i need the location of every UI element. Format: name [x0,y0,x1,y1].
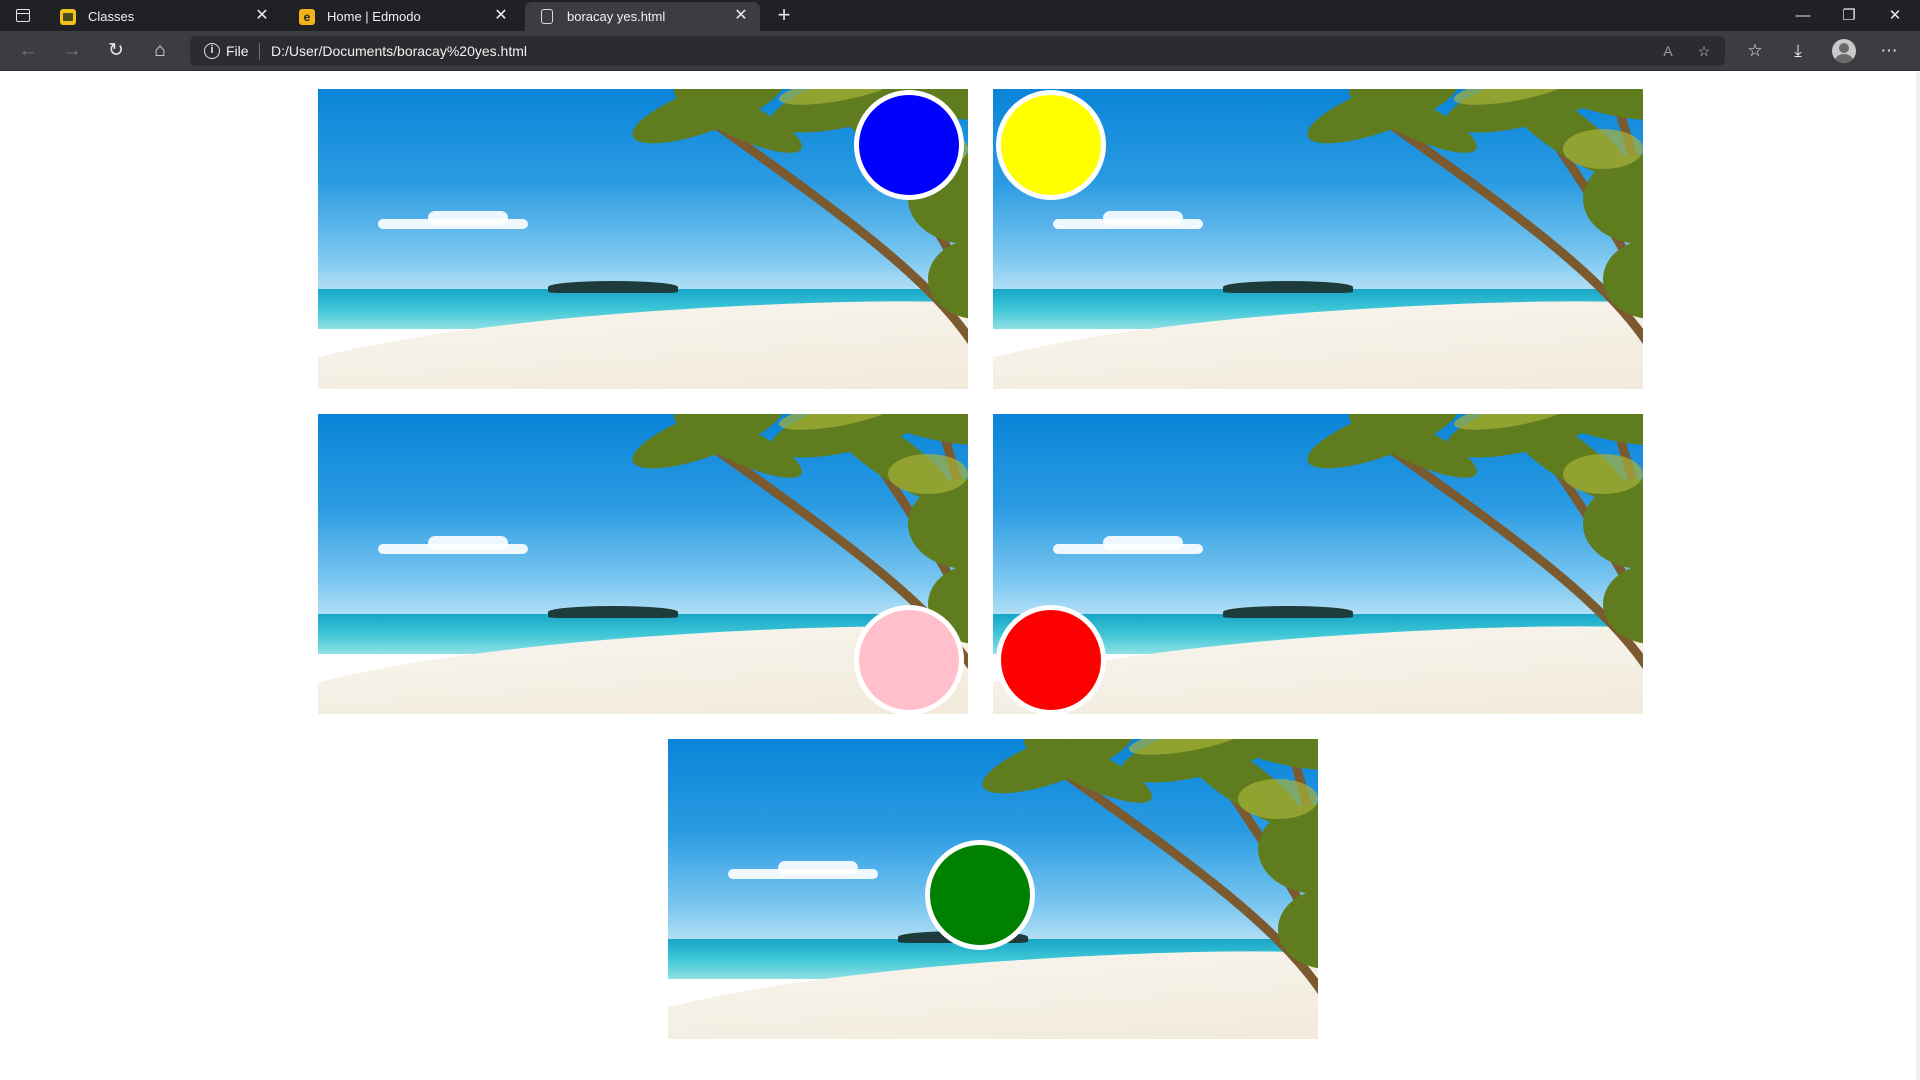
favorites-icon[interactable]: ☆ [1741,37,1769,65]
url-text[interactable]: D:/User/Documents/boracay%20yes.html [271,43,527,59]
tab-edmodo[interactable]: e Home | Edmodo ✕ [285,2,520,31]
forward-arrow-icon[interactable]: → [58,37,86,65]
tab-actions-icon[interactable] [12,6,34,26]
restore-icon[interactable]: ❐ [1826,3,1872,29]
close-window-icon[interactable]: ✕ [1872,3,1918,29]
scrollbar[interactable] [1916,72,1920,1080]
red-dot[interactable] [996,605,1106,715]
close-tab-icon[interactable]: ✕ [253,7,271,25]
title-bar: Classes ✕ e Home | Edmodo ✕ boracay yes.… [0,0,1920,31]
pink-dot[interactable] [854,605,964,715]
download-icon[interactable]: ⤓ [1784,37,1812,65]
classes-favicon-icon [60,9,76,25]
edmodo-favicon-icon: e [299,9,315,25]
more-menu-icon[interactable]: ⋯ [1875,37,1903,65]
close-tab-icon[interactable]: ✕ [732,7,750,25]
tab-boracay[interactable]: boracay yes.html ✕ [525,2,760,31]
new-tab-icon[interactable]: + [772,4,796,28]
read-aloud-icon[interactable]: A [1657,40,1679,62]
address-bar[interactable]: i File D:/User/Documents/boracay%20yes.h… [190,36,1725,66]
omnibox-separator [259,43,260,60]
green-dot[interactable] [925,840,1035,950]
browser-toolbar: ← → ↻ ⌂ i File D:/User/Documents/boracay… [0,31,1920,71]
tab-label: boracay yes.html [567,9,666,24]
back-arrow-icon[interactable]: ← [14,37,42,65]
info-icon[interactable]: i [204,43,220,59]
profile-avatar[interactable] [1832,39,1856,63]
scheme-label: File [226,43,249,59]
yellow-dot[interactable] [996,90,1106,200]
home-icon[interactable]: ⌂ [146,37,174,65]
refresh-icon[interactable]: ↻ [102,37,130,65]
tab-label: Classes [88,9,135,24]
add-favorite-icon[interactable]: ☆ [1693,40,1715,62]
minimize-icon[interactable]: — [1780,3,1826,29]
close-tab-icon[interactable]: ✕ [492,7,510,25]
tab-label: Home | Edmodo [327,9,421,24]
tab-classes[interactable]: Classes ✕ [46,2,281,31]
blue-dot[interactable] [854,90,964,200]
page-favicon-icon [541,9,553,24]
